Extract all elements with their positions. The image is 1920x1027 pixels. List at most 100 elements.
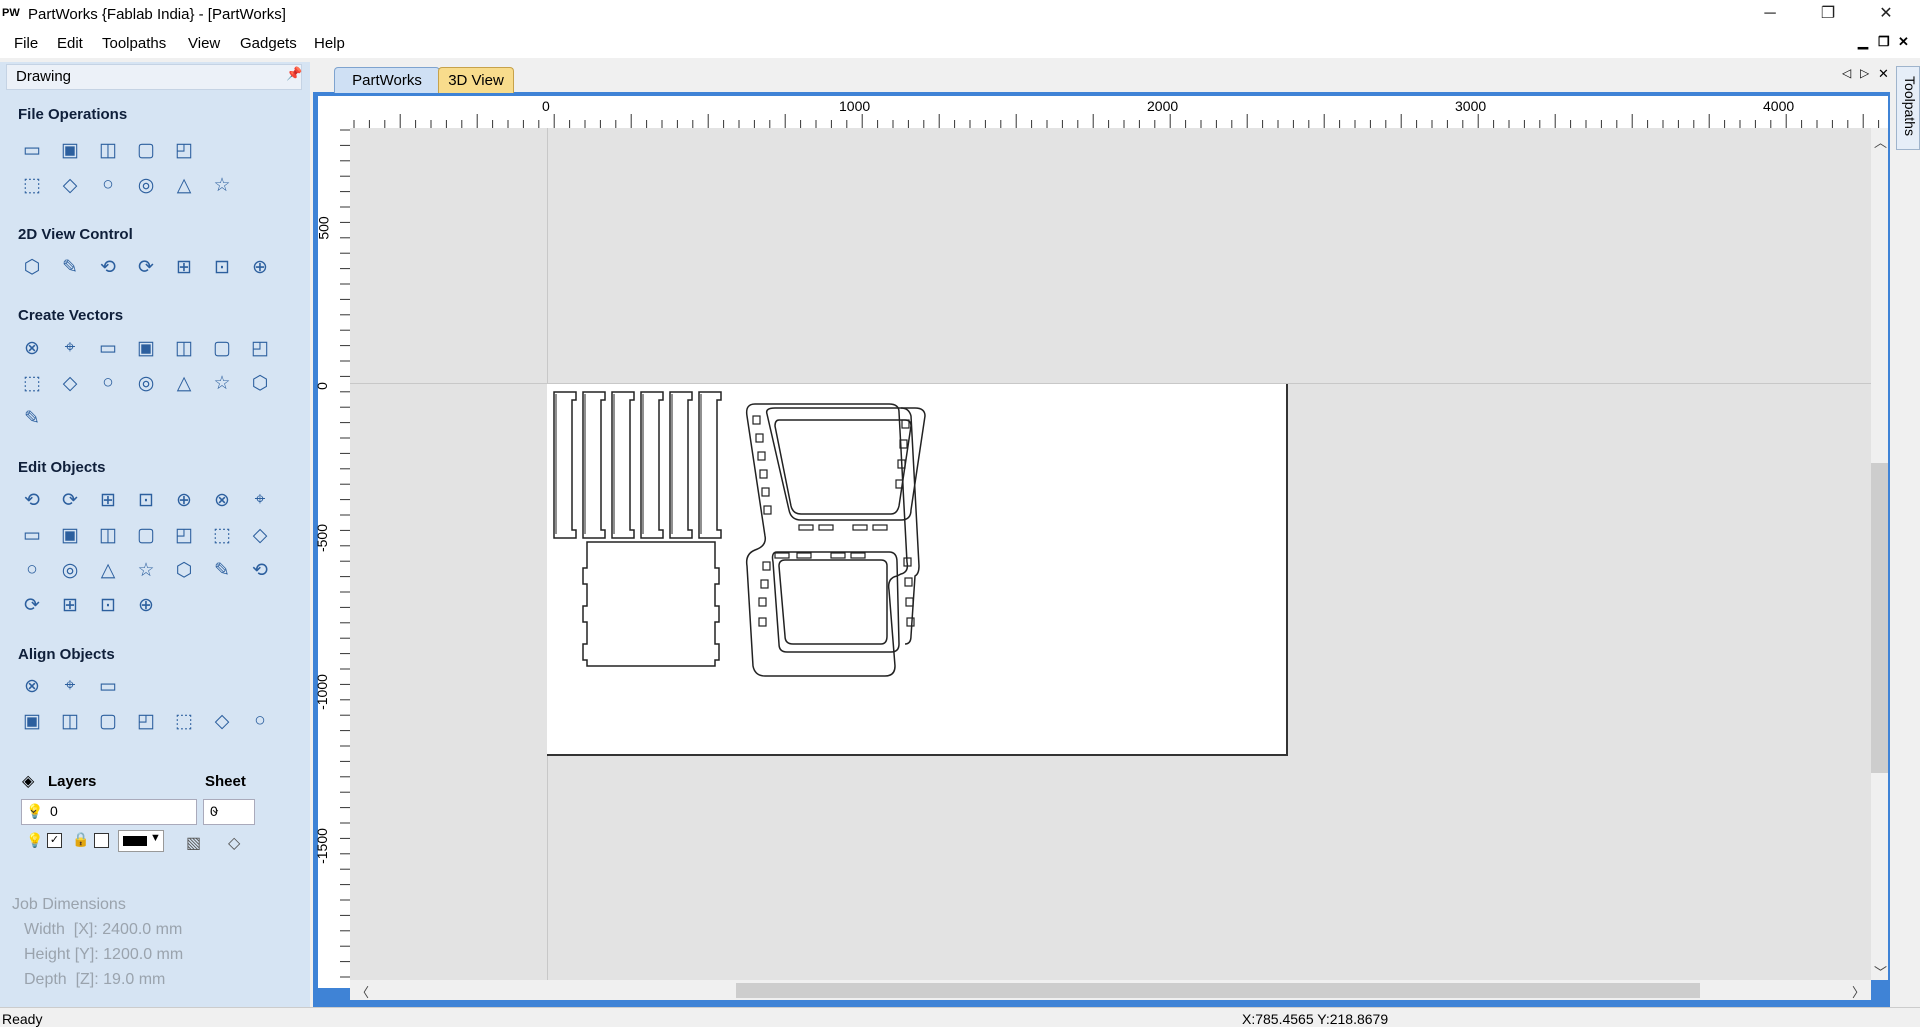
- align-center-icon[interactable]: ⊗: [18, 672, 46, 700]
- scroll-left-icon[interactable]: 〈: [356, 982, 369, 1001]
- rectangle-icon[interactable]: ▭: [94, 334, 122, 362]
- boolean-union-icon[interactable]: ◎: [56, 556, 84, 584]
- tab-partworks[interactable]: PartWorks: [334, 67, 440, 93]
- horizontal-scroll-thumb[interactable]: [736, 983, 1700, 998]
- zoom-extents-icon[interactable]: ⟲: [94, 253, 122, 281]
- scale-icon[interactable]: ▭: [18, 521, 46, 549]
- align-v-center-icon[interactable]: ▭: [94, 672, 122, 700]
- pin-icon[interactable]: 📌: [286, 66, 302, 82]
- measure-icon[interactable]: ⊗: [208, 486, 236, 514]
- slice-icon[interactable]: ⟲: [246, 556, 274, 584]
- open-file-icon[interactable]: ▣: [56, 136, 84, 164]
- ellipse-icon[interactable]: ⌖: [56, 334, 84, 362]
- layer-manager-icon[interactable]: ◇: [228, 833, 240, 853]
- zoom-box-icon[interactable]: ⟳: [132, 253, 160, 281]
- text-on-curve-icon[interactable]: ◎: [132, 369, 160, 397]
- grid-icon[interactable]: ⊡: [208, 253, 236, 281]
- transform-icon[interactable]: ⌖: [246, 486, 274, 514]
- resize-icon[interactable]: ▣: [56, 521, 84, 549]
- offset-icon[interactable]: ☆: [132, 556, 160, 584]
- ungroup-icon[interactable]: ⊕: [170, 486, 198, 514]
- smooth-icon[interactable]: ⊞: [56, 591, 84, 619]
- restore-button[interactable]: ❐: [1800, 0, 1856, 30]
- paste-icon[interactable]: ◎: [132, 171, 160, 199]
- close-button[interactable]: ✕: [1858, 0, 1914, 30]
- sheet-select[interactable]: 0 ⌄: [203, 799, 255, 825]
- scroll-right-icon[interactable]: 〉: [1852, 982, 1865, 1001]
- chair-vectors[interactable]: [547, 384, 1286, 754]
- undo-icon[interactable]: △: [170, 171, 198, 199]
- select-icon[interactable]: ⟲: [18, 486, 46, 514]
- join-icon[interactable]: ⬚: [208, 521, 236, 549]
- menu-help[interactable]: Help: [314, 35, 345, 52]
- import-view-icon[interactable]: ⊕: [246, 253, 274, 281]
- menu-toolpaths[interactable]: Toolpaths: [102, 35, 166, 52]
- scroll-down-icon[interactable]: ﹀: [1874, 962, 1887, 981]
- align-h-center-icon[interactable]: ⌖: [56, 672, 84, 700]
- line-icon[interactable]: ◫: [170, 334, 198, 362]
- bezier-icon[interactable]: ⊕: [132, 591, 160, 619]
- tab-3d-view[interactable]: 3D View: [438, 67, 514, 93]
- new-file-icon[interactable]: ▭: [18, 136, 46, 164]
- text-arc-icon[interactable]: ☆: [208, 369, 236, 397]
- node-edit-icon[interactable]: ✎: [18, 404, 46, 432]
- menu-view[interactable]: View: [188, 35, 220, 52]
- arc-fit-icon[interactable]: ⊡: [94, 591, 122, 619]
- node-select-icon[interactable]: ⟳: [56, 486, 84, 514]
- polyline-icon[interactable]: ▣: [132, 334, 160, 362]
- circle-icon[interactable]: ⊗: [18, 334, 46, 362]
- menu-file[interactable]: File: [14, 35, 38, 52]
- distribute-h-icon[interactable]: ◇: [208, 707, 236, 735]
- align-top-icon[interactable]: ◰: [132, 707, 160, 735]
- trim-icon[interactable]: ○: [18, 556, 46, 584]
- scroll-up-icon[interactable]: ︿: [1874, 132, 1887, 151]
- copy-icon[interactable]: ○: [94, 171, 122, 199]
- group-icon[interactable]: ⊡: [132, 486, 160, 514]
- fillet-icon[interactable]: △: [94, 556, 122, 584]
- layer-select[interactable]: 💡 0 ⌄: [21, 799, 197, 825]
- array-copy-icon[interactable]: ◰: [170, 521, 198, 549]
- save-file-icon[interactable]: ◫: [94, 136, 122, 164]
- array-icon[interactable]: ⬡: [246, 369, 274, 397]
- view-toggle-icon[interactable]: ⊞: [170, 253, 198, 281]
- minimize-button[interactable]: ─: [1742, 0, 1798, 30]
- import-icon[interactable]: ◰: [170, 136, 198, 164]
- star-icon[interactable]: ⬚: [18, 369, 46, 397]
- move-select-icon[interactable]: ⊞: [94, 486, 122, 514]
- redo-icon[interactable]: ☆: [208, 171, 236, 199]
- extend-icon[interactable]: ✎: [208, 556, 236, 584]
- layer-lock-icon[interactable]: 🔒: [72, 831, 89, 848]
- tab-scroll-left-icon[interactable]: ◁: [1842, 66, 1851, 80]
- align-page-icon[interactable]: ▣: [18, 707, 46, 735]
- close-document-icon[interactable]: ✕: [1878, 66, 1889, 82]
- layer-properties-icon[interactable]: ▧: [186, 833, 201, 853]
- mirror-icon[interactable]: ▢: [132, 521, 160, 549]
- select-all-icon[interactable]: ⬚: [18, 171, 46, 199]
- layer-color-select[interactable]: ▼: [118, 830, 164, 852]
- zoom-in-icon[interactable]: ✎: [56, 253, 84, 281]
- distribute-v-icon[interactable]: ○: [246, 707, 274, 735]
- vertical-scroll-thumb[interactable]: [1871, 463, 1888, 773]
- align-bottom-icon[interactable]: ⬚: [170, 707, 198, 735]
- layer-fill-checkbox[interactable]: [94, 833, 109, 848]
- material-sheet[interactable]: [547, 384, 1288, 756]
- scissors-icon[interactable]: ⟳: [18, 591, 46, 619]
- pan-icon[interactable]: ⬡: [18, 253, 46, 281]
- text-frame-icon[interactable]: △: [170, 369, 198, 397]
- cut-icon[interactable]: ◇: [56, 171, 84, 199]
- tab-scroll-right-icon[interactable]: ▷: [1860, 66, 1869, 80]
- mdi-restore-button[interactable]: ❐: [1878, 34, 1890, 50]
- layer-checkbox[interactable]: ✓: [47, 833, 62, 848]
- mdi-close-button[interactable]: ✕: [1898, 34, 1909, 50]
- close-vector-icon[interactable]: ⬡: [170, 556, 198, 584]
- open-folder-icon[interactable]: ▢: [132, 136, 160, 164]
- menu-gadgets[interactable]: Gadgets: [240, 35, 297, 52]
- center-icon[interactable]: ◫: [94, 521, 122, 549]
- align-left-icon[interactable]: ◫: [56, 707, 84, 735]
- curve-icon[interactable]: ▢: [208, 334, 236, 362]
- polygon-icon[interactable]: ◰: [246, 334, 274, 362]
- weld-icon[interactable]: ◇: [246, 521, 274, 549]
- menu-edit[interactable]: Edit: [57, 35, 83, 52]
- mdi-minimize-button[interactable]: ▁: [1858, 34, 1868, 50]
- layer-visible-icon[interactable]: 💡: [26, 832, 43, 849]
